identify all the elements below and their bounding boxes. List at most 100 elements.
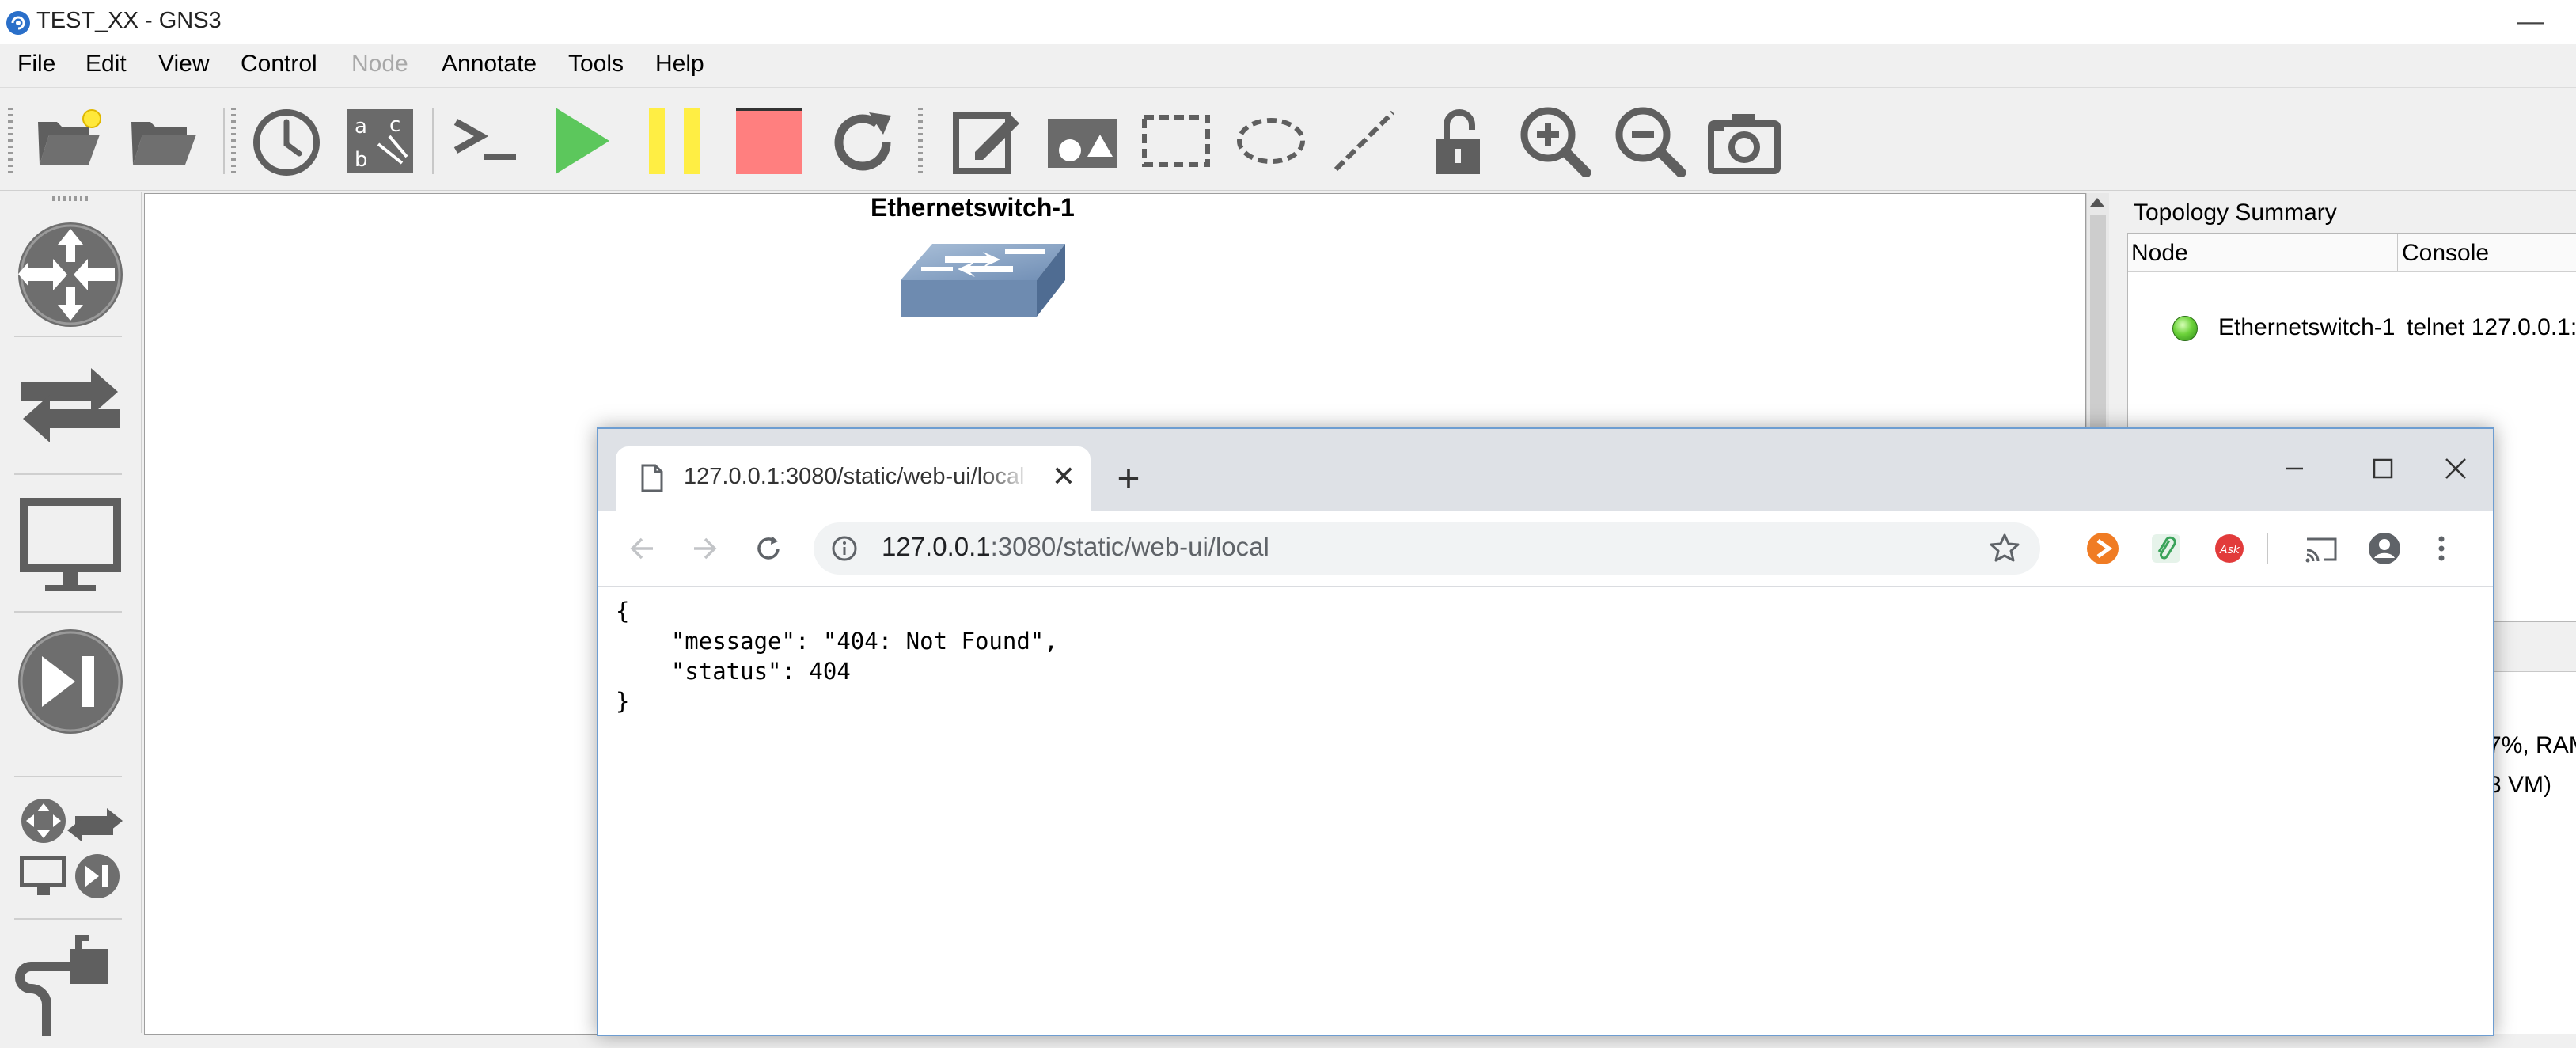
add-note-button[interactable] xyxy=(947,100,1029,182)
minimize-window-button[interactable]: — xyxy=(2517,6,2544,37)
show-interface-labels-icon: a c b xyxy=(347,109,413,173)
browse-switches-button[interactable] xyxy=(11,347,130,465)
url-text[interactable]: 127.0.0.1:3080/static/web-ui/local xyxy=(882,532,1269,562)
stop-all-button[interactable] xyxy=(728,100,810,182)
menu-node[interactable]: Node xyxy=(351,51,408,78)
zoom-out-button[interactable] xyxy=(1608,100,1690,182)
suspend-all-button[interactable] xyxy=(633,100,715,182)
minimize-icon xyxy=(2286,467,2303,470)
toolbar-grip[interactable] xyxy=(8,108,13,174)
browser-tab-strip: 127.0.0.1:3080/static/web-ui/local ✕ + xyxy=(598,429,2493,511)
menu-annotate[interactable]: Annotate xyxy=(442,51,537,78)
node-status-icon xyxy=(2172,316,2198,341)
dock-divider xyxy=(14,336,122,337)
address-bar[interactable]: 127.0.0.1:3080/static/web-ui/local xyxy=(814,522,2040,575)
draw-rectangle-button[interactable] xyxy=(1135,100,1217,182)
draw-ellipse-button[interactable] xyxy=(1230,100,1312,182)
gns3-logo-icon xyxy=(5,9,32,36)
browse-routers-button[interactable] xyxy=(11,215,130,334)
menu-view[interactable]: View xyxy=(158,51,209,78)
snapshot-button[interactable] xyxy=(245,100,328,182)
forward-button[interactable] xyxy=(681,524,730,573)
toolbar-divider xyxy=(2267,533,2268,564)
lock-unlock-button[interactable] xyxy=(1418,100,1500,182)
extension-button[interactable] xyxy=(2083,529,2123,568)
scroll-up-arrow-icon[interactable] xyxy=(2090,198,2104,207)
table-cell-console[interactable]: telnet 127.0.0.1:5 xyxy=(2407,314,2576,341)
toolbar-divider xyxy=(432,108,434,174)
orange-play-extension-icon xyxy=(2087,533,2119,564)
table-header: Node Console xyxy=(2128,234,2576,272)
browser-menu-button[interactable] xyxy=(2422,529,2461,568)
tab-close-icon[interactable]: ✕ xyxy=(1048,460,1079,492)
browse-end-devices-button[interactable] xyxy=(11,484,130,603)
menu-control[interactable]: Control xyxy=(241,51,317,78)
open-project-button[interactable] xyxy=(122,100,204,182)
new-project-button[interactable] xyxy=(28,100,111,182)
zoom-out-icon xyxy=(1615,107,1686,177)
column-header-node[interactable]: Node xyxy=(2131,240,2188,267)
page-icon xyxy=(641,464,663,492)
column-divider[interactable] xyxy=(2397,234,2398,271)
svg-text:a: a xyxy=(355,115,367,139)
end-devices-icon xyxy=(20,498,121,591)
profile-button[interactable] xyxy=(2365,529,2404,568)
toolbar-grip[interactable] xyxy=(231,108,236,174)
snapshot-clock-icon xyxy=(253,109,320,176)
menu-file[interactable]: File xyxy=(17,51,55,78)
menu-tools[interactable]: Tools xyxy=(568,51,624,78)
browser-toolbar: 127.0.0.1:3080/static/web-ui/local Ask xyxy=(598,511,2493,587)
svg-text:Ask: Ask xyxy=(2219,544,2240,556)
svg-text:b: b xyxy=(355,148,368,172)
cast-button[interactable] xyxy=(2301,529,2341,568)
reload-all-button[interactable] xyxy=(823,100,905,182)
dock-grip[interactable] xyxy=(52,196,90,201)
insert-image-icon xyxy=(1048,119,1117,168)
screenshot-button[interactable] xyxy=(1703,100,1785,182)
ethernet-switch-node[interactable] xyxy=(894,230,1076,325)
page-content: { "message": "404: Not Found", "status":… xyxy=(598,587,2493,1035)
paperclip-extension-icon xyxy=(2152,534,2180,563)
maximize-icon xyxy=(2373,458,2393,479)
browser-close-button[interactable] xyxy=(2428,445,2483,492)
suspend-all-icon xyxy=(649,108,700,174)
lock-unlock-icon xyxy=(1436,109,1480,174)
start-all-button[interactable] xyxy=(540,100,622,182)
kebab-menu-icon xyxy=(2438,536,2445,561)
zoom-in-button[interactable] xyxy=(1513,100,1595,182)
site-info-icon[interactable] xyxy=(831,535,858,562)
node-label[interactable]: Ethernetswitch-1 xyxy=(871,193,1075,222)
dock-divider xyxy=(14,473,122,475)
column-header-console[interactable]: Console xyxy=(2402,240,2489,267)
add-link-icon xyxy=(15,935,108,1036)
show-interface-labels-button[interactable]: a c b xyxy=(339,100,421,182)
table-cell-node[interactable]: Ethernetswitch-1 xyxy=(2218,314,2395,341)
svg-text:c: c xyxy=(389,113,400,137)
json-response-text: { "message": "404: Not Found", "status":… xyxy=(616,598,1058,715)
console-all-button[interactable] xyxy=(445,100,527,182)
ask-extension-icon: Ask xyxy=(2215,534,2244,563)
dock-divider xyxy=(14,611,122,613)
extension-button[interactable] xyxy=(2146,529,2186,568)
toolbar-grip[interactable] xyxy=(918,108,923,174)
browser-tab[interactable]: 127.0.0.1:3080/static/web-ui/local ✕ xyxy=(616,446,1091,511)
menu-help[interactable]: Help xyxy=(655,51,704,78)
console-all-icon xyxy=(453,119,516,160)
add-link-button[interactable] xyxy=(11,929,130,1048)
browser-minimize-button[interactable] xyxy=(2267,445,2322,492)
new-tab-button[interactable]: + xyxy=(1105,454,1152,502)
extension-button[interactable]: Ask xyxy=(2210,529,2249,568)
browser-maximize-button[interactable] xyxy=(2355,445,2411,492)
draw-line-icon xyxy=(1334,110,1395,172)
browse-security-devices-button[interactable] xyxy=(11,622,130,741)
browse-all-devices-button[interactable] xyxy=(11,788,130,907)
dock-divider xyxy=(14,918,122,920)
menu-bar: File Edit View Control Node Annotate Too… xyxy=(0,44,2576,88)
reload-button[interactable] xyxy=(744,524,793,573)
toolbar-divider xyxy=(223,108,225,174)
insert-image-button[interactable] xyxy=(1041,100,1124,182)
draw-line-button[interactable] xyxy=(1323,100,1406,182)
back-button[interactable] xyxy=(617,524,666,573)
menu-edit[interactable]: Edit xyxy=(85,51,127,78)
bookmark-star-icon[interactable] xyxy=(1988,532,2021,565)
